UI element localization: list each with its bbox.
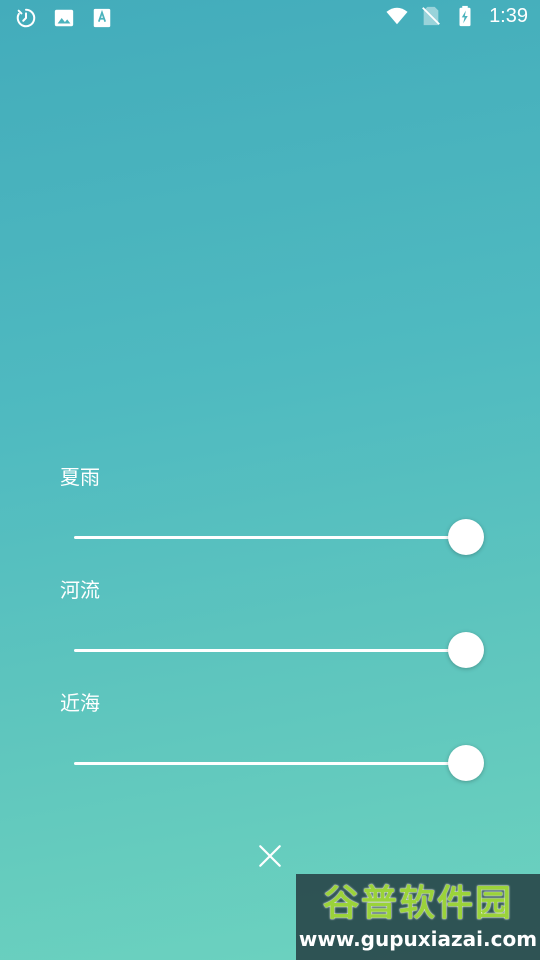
timer-icon — [14, 6, 38, 30]
slider-label-river: 河流 — [60, 578, 100, 602]
slider-thumb[interactable] — [448, 745, 484, 781]
slider-track[interactable] — [74, 649, 466, 652]
battery-charging-icon — [453, 4, 477, 28]
slider-offshore[interactable] — [60, 742, 490, 786]
slider-label-summer-rain: 夏雨 — [60, 465, 100, 489]
slider-summer-rain[interactable] — [60, 516, 490, 560]
slider-river[interactable] — [60, 629, 490, 673]
no-sim-icon — [419, 4, 443, 28]
watermark-title: 谷普软件园 — [322, 883, 513, 924]
slider-group-river: 河流 — [60, 575, 490, 673]
slider-group-summer-rain: 夏雨 — [60, 462, 490, 560]
slider-track[interactable] — [74, 762, 466, 765]
font-icon — [90, 6, 114, 30]
status-bar: 1:39 — [0, 0, 540, 36]
slider-thumb[interactable] — [448, 519, 484, 555]
image-icon — [52, 6, 76, 30]
status-right: 1:39 — [385, 4, 528, 28]
slider-group-offshore: 近海 — [60, 688, 490, 786]
wifi-icon — [385, 4, 409, 28]
slider-label-offshore: 近海 — [60, 691, 100, 715]
watermark: 谷普软件园 www.gupuxiazai.com — [296, 874, 540, 960]
status-left — [14, 6, 114, 30]
watermark-url: www.gupuxiazai.com — [298, 927, 538, 951]
close-icon — [259, 845, 281, 867]
status-time: 1:39 — [489, 4, 528, 27]
close-button[interactable] — [250, 836, 290, 876]
slider-thumb[interactable] — [448, 632, 484, 668]
slider-track[interactable] — [74, 536, 466, 539]
